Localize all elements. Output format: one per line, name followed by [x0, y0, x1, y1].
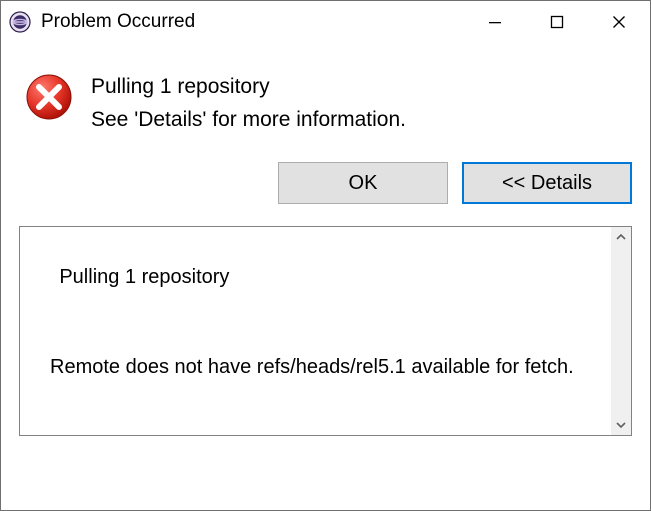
error-icon: [25, 73, 73, 126]
titlebar: Problem Occurred: [1, 1, 650, 43]
close-icon: [612, 15, 626, 29]
chevron-down-icon: [616, 420, 626, 430]
details-panel[interactable]: Pulling 1 repository Remote does not hav…: [19, 226, 632, 436]
message-subtext: See 'Details' for more information.: [91, 104, 406, 137]
window-controls: [464, 1, 650, 43]
chevron-up-icon: [616, 232, 626, 242]
button-row: OK << Details: [19, 158, 632, 226]
minimize-button[interactable]: [464, 1, 526, 43]
scroll-up-button[interactable]: [611, 227, 631, 247]
scroll-down-button[interactable]: [611, 415, 631, 435]
dialog-content: Pulling 1 repository See 'Details' for m…: [1, 43, 650, 454]
maximize-button[interactable]: [526, 1, 588, 43]
maximize-icon: [550, 15, 564, 29]
details-panel-wrap: Pulling 1 repository Remote does not hav…: [19, 226, 632, 436]
minimize-icon: [488, 15, 502, 29]
ok-button[interactable]: OK: [278, 162, 448, 204]
message-heading: Pulling 1 repository: [91, 71, 406, 104]
details-line: Pulling 1 repository: [59, 266, 229, 288]
eclipse-icon: [9, 11, 31, 33]
close-button[interactable]: [588, 1, 650, 43]
message-text: Pulling 1 repository See 'Details' for m…: [91, 71, 406, 136]
scrollbar[interactable]: [611, 227, 631, 435]
details-line: Remote does not have refs/heads/rel5.1 a…: [26, 352, 609, 382]
details-button[interactable]: << Details: [462, 162, 632, 204]
window-title: Problem Occurred: [41, 11, 464, 33]
message-row: Pulling 1 repository See 'Details' for m…: [19, 43, 632, 158]
